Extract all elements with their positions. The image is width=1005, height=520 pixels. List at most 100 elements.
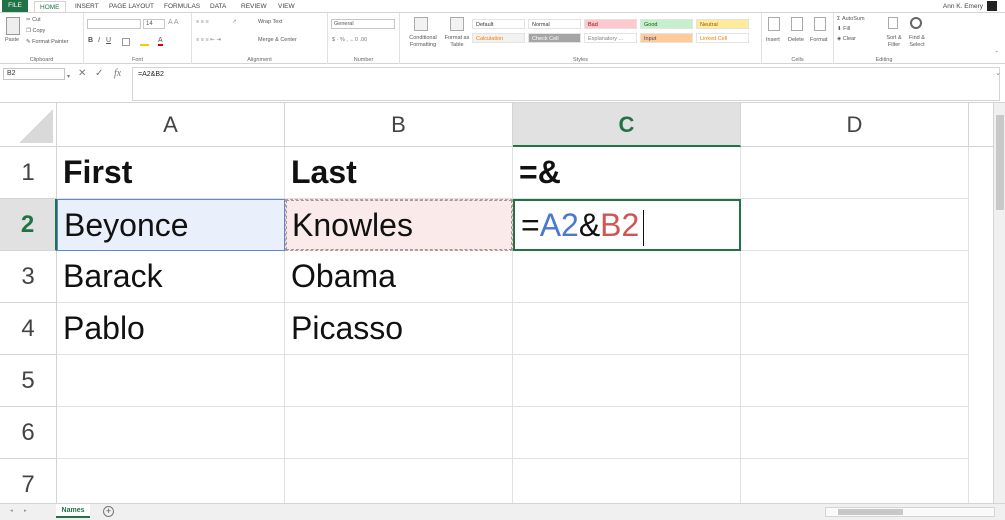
- italic-button[interactable]: I: [98, 37, 100, 44]
- cell-c2-editing[interactable]: =A2&B2: [513, 199, 741, 251]
- tab-insert[interactable]: INSERT: [70, 1, 104, 12]
- cut-button[interactable]: ✂ Cut: [26, 17, 41, 23]
- cell-a7[interactable]: [57, 459, 285, 503]
- cell-b1[interactable]: Last: [285, 147, 513, 199]
- tab-review[interactable]: REVIEW: [236, 1, 272, 12]
- font-name-select[interactable]: [87, 19, 141, 29]
- cell-b4[interactable]: Picasso: [285, 303, 513, 355]
- cell-style-bad[interactable]: Bad: [584, 19, 637, 29]
- wrap-text-button[interactable]: Wrap Text: [258, 19, 283, 25]
- cell-b7[interactable]: [285, 459, 513, 503]
- namebox-dropdown-icon[interactable]: ▾: [67, 71, 70, 83]
- conditional-formatting-button[interactable]: Conditional Formatting: [404, 35, 442, 49]
- cell-a3[interactable]: Barack: [57, 251, 285, 303]
- user-name[interactable]: Ann K. Emery: [943, 1, 983, 12]
- format-table-icon[interactable]: [450, 17, 464, 31]
- delete-icon[interactable]: [791, 17, 803, 31]
- cell-b5[interactable]: [285, 355, 513, 407]
- formula-input[interactable]: =A2&B2: [132, 67, 1000, 101]
- autosum-button[interactable]: Σ AutoSum: [837, 16, 865, 22]
- conditional-formatting-icon[interactable]: [414, 17, 428, 31]
- number-format-select[interactable]: General: [331, 19, 395, 29]
- tab-data[interactable]: DATA: [205, 1, 231, 12]
- tab-file[interactable]: FILE: [2, 0, 28, 12]
- format-icon[interactable]: [814, 17, 826, 31]
- select-all-button[interactable]: [0, 103, 57, 147]
- row-header-2[interactable]: 2: [0, 199, 57, 251]
- row-header-3[interactable]: 3: [0, 251, 57, 303]
- find-select-button[interactable]: Find & Select: [904, 35, 930, 49]
- cell-d4[interactable]: [741, 303, 969, 355]
- row-header-5[interactable]: 5: [0, 355, 57, 407]
- cell-d2[interactable]: [741, 199, 969, 251]
- insert-function-icon[interactable]: fx: [114, 68, 121, 80]
- font-size-select[interactable]: 14: [143, 19, 165, 29]
- vertical-scroll-thumb[interactable]: [996, 115, 1004, 210]
- row-header-7[interactable]: 7: [0, 459, 57, 503]
- cell-b2[interactable]: Knowles: [285, 199, 513, 251]
- font-grow-icon[interactable]: A A: [168, 19, 179, 26]
- paste-button[interactable]: Paste: [5, 37, 19, 43]
- cell-a5[interactable]: [57, 355, 285, 407]
- format-painter-button[interactable]: ✎ Format Painter: [26, 39, 69, 45]
- cell-d5[interactable]: [741, 355, 969, 407]
- cell-d6[interactable]: [741, 407, 969, 459]
- tab-view[interactable]: VIEW: [273, 1, 300, 12]
- cell-style-check-cell[interactable]: Check Cell: [528, 33, 581, 43]
- align-top-icons[interactable]: ≡ ≡ ≡: [196, 19, 209, 25]
- row-header-1[interactable]: 1: [0, 147, 57, 199]
- underline-button[interactable]: U: [106, 37, 111, 44]
- column-header-b[interactable]: B: [285, 103, 513, 147]
- insert-button[interactable]: Insert: [766, 37, 780, 43]
- font-color-icon[interactable]: A: [158, 37, 163, 46]
- fill-color-icon[interactable]: [140, 38, 149, 46]
- cell-style-calculation[interactable]: Calculation: [472, 33, 525, 43]
- cell-b3[interactable]: Obama: [285, 251, 513, 303]
- cell-style-default[interactable]: Default: [472, 19, 525, 29]
- column-header-c[interactable]: C: [513, 103, 741, 147]
- horizontal-scrollbar[interactable]: [825, 507, 995, 517]
- delete-button[interactable]: Delete: [788, 37, 804, 43]
- cell-c4[interactable]: [513, 303, 741, 355]
- cell-d7[interactable]: [741, 459, 969, 503]
- fill-button[interactable]: ⬇ Fill: [837, 26, 850, 32]
- cell-d1[interactable]: [741, 147, 969, 199]
- add-sheet-icon[interactable]: +: [103, 506, 114, 517]
- cell-c6[interactable]: [513, 407, 741, 459]
- sort-filter-button[interactable]: Sort & Filter: [882, 35, 906, 49]
- cell-style-normal[interactable]: Normal: [528, 19, 581, 29]
- cell-style-neutral[interactable]: Neutral: [696, 19, 749, 29]
- insert-icon[interactable]: [768, 17, 780, 31]
- clear-button[interactable]: ◈ Clear: [837, 36, 856, 42]
- orientation-icon[interactable]: ↗: [232, 19, 237, 25]
- format-as-table-button[interactable]: Format as Table: [442, 35, 472, 49]
- cell-style-explanatory[interactable]: Explanatory ...: [584, 33, 637, 43]
- cell-c3[interactable]: [513, 251, 741, 303]
- row-header-4[interactable]: 4: [0, 303, 57, 355]
- cell-a4[interactable]: Pablo: [57, 303, 285, 355]
- vertical-scrollbar[interactable]: [993, 103, 1005, 503]
- cell-b6[interactable]: [285, 407, 513, 459]
- name-box[interactable]: B2: [3, 68, 65, 80]
- sort-filter-icon[interactable]: [888, 17, 898, 29]
- expand-formula-bar-icon[interactable]: ⌄: [995, 68, 1001, 80]
- format-button[interactable]: Format: [810, 37, 827, 43]
- copy-button[interactable]: ❐ Copy: [26, 28, 45, 34]
- cell-c5[interactable]: [513, 355, 741, 407]
- cell-d3[interactable]: [741, 251, 969, 303]
- sheet-nav-next-icon[interactable]: ▸: [24, 508, 27, 514]
- cell-style-linked-cell[interactable]: Linked Cell: [696, 33, 749, 43]
- sheet-nav-prev-icon[interactable]: ◂: [10, 508, 13, 514]
- align-left-icons[interactable]: ≡ ≡ ≡ ⇤ ⇥: [196, 37, 221, 43]
- column-header-d[interactable]: D: [741, 103, 969, 147]
- merge-center-button[interactable]: Merge & Center: [258, 37, 297, 43]
- bold-button[interactable]: B: [88, 37, 93, 44]
- cell-c7[interactable]: [513, 459, 741, 503]
- number-buttons[interactable]: $ · % , ←0 .00: [332, 37, 367, 43]
- cell-style-input[interactable]: Input: [640, 33, 693, 43]
- tab-page-layout[interactable]: PAGE LAYOUT: [104, 1, 159, 12]
- borders-icon[interactable]: [122, 38, 130, 46]
- row-header-6[interactable]: 6: [0, 407, 57, 459]
- collapse-ribbon-icon[interactable]: ⌃: [994, 51, 999, 57]
- binoculars-icon[interactable]: [910, 17, 922, 29]
